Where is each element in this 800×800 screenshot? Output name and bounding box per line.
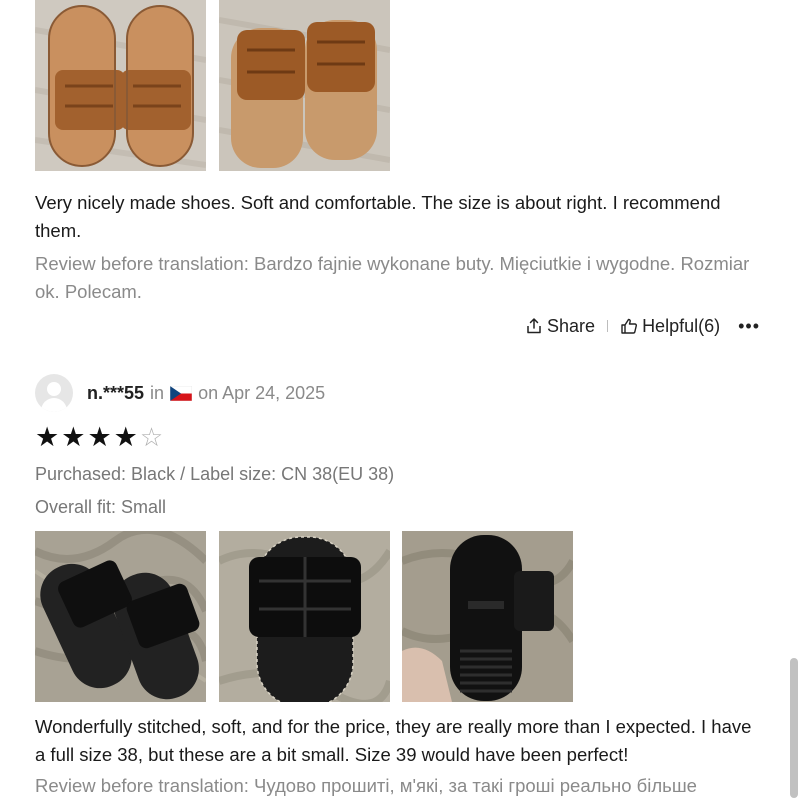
review-photo-3[interactable] <box>35 531 206 702</box>
star-filled-icon: ★ <box>87 422 112 452</box>
purchased-info: Purchased: Black / Label size: CN 38(EU … <box>35 464 395 484</box>
black-sandal-photo-2 <box>219 531 390 702</box>
review-photo-1[interactable] <box>35 0 206 171</box>
thumbs-up-icon <box>621 318 638 334</box>
reviewer-username[interactable]: n.***55 <box>87 383 144 404</box>
more-options-button[interactable]: ••• <box>738 316 760 337</box>
overall-fit: Overall fit: Small <box>35 497 167 517</box>
review-photo-2[interactable] <box>219 0 390 171</box>
scrollbar-thumb[interactable] <box>790 658 798 798</box>
helpful-label: Helpful(6) <box>642 315 721 336</box>
star-filled-icon: ★ <box>113 422 138 452</box>
country-in-label: in <box>150 382 165 403</box>
review-date: on Apr 24, 2025 <box>198 382 326 403</box>
avatar[interactable] <box>35 374 73 412</box>
black-sandal-sole-photo <box>402 531 573 702</box>
review-photo-4[interactable] <box>219 531 390 702</box>
reviewer-info: n.***55 in on Apr 24, 2025 <box>35 374 325 412</box>
review-photo-5[interactable] <box>402 531 573 702</box>
action-divider <box>607 320 609 332</box>
tan-sandal-photo-2 <box>219 0 390 171</box>
review-text-1: Very nicely made shoes. Soft and comfort… <box>35 192 721 241</box>
share-button[interactable]: Share <box>525 316 595 337</box>
black-sandal-photo-1 <box>35 531 206 702</box>
star-filled-icon: ★ <box>35 422 60 452</box>
star-empty-icon: ☆ <box>139 422 164 452</box>
star-filled-icon: ★ <box>61 422 86 452</box>
review-original-text-1: Review before translation: Bardzo fajnie… <box>35 253 750 302</box>
review-original-text-2: Review before translation: Чудово прошит… <box>35 775 697 796</box>
tan-sandal-photo-1 <box>35 0 206 171</box>
helpful-button[interactable]: Helpful(6) <box>620 316 720 337</box>
review-actions: Share Helpful(6) ••• <box>0 313 760 339</box>
share-label: Share <box>547 315 596 336</box>
share-icon <box>527 318 541 334</box>
star-rating: ★ ★ ★ ★ ☆ <box>35 424 163 451</box>
czech-flag-icon <box>170 385 193 401</box>
review-text-2: Wonderfully stitched, soft, and for the … <box>35 716 752 765</box>
